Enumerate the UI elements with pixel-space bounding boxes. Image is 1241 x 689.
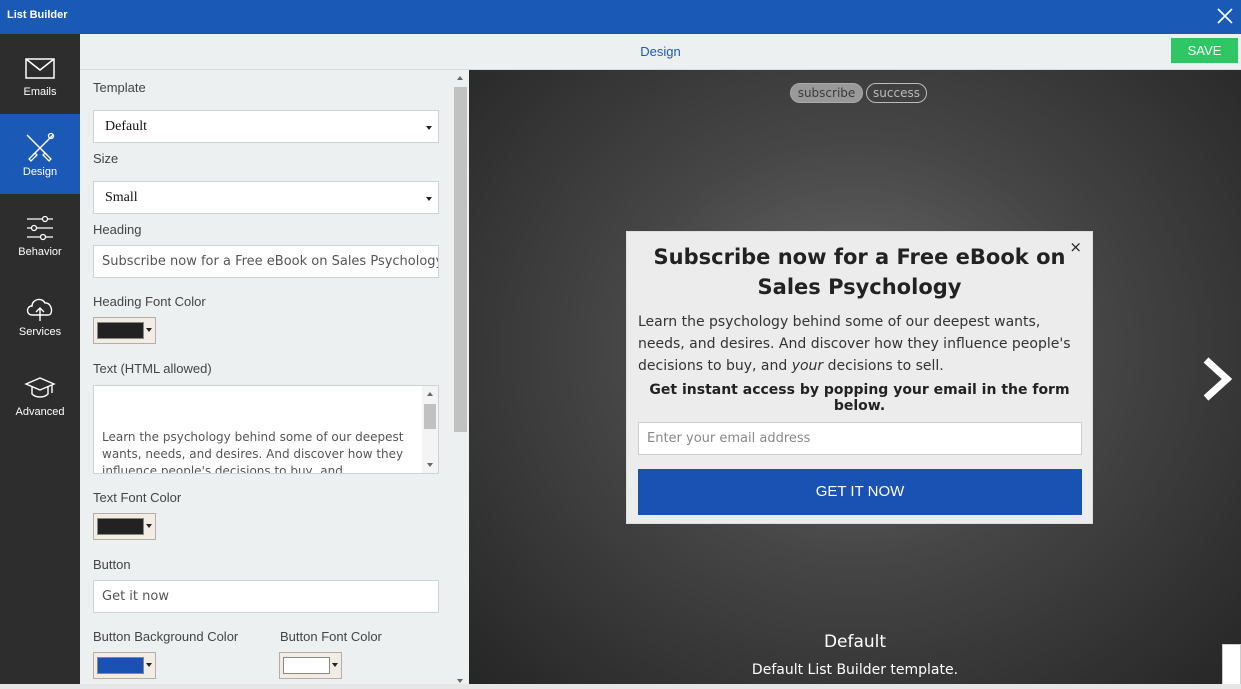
sidebar-item-label: Emails (23, 86, 57, 98)
cloud-upload-icon (26, 298, 53, 321)
sidebar: Emails Design Behavior Services Advanced (0, 34, 80, 689)
envelope-icon (25, 58, 55, 79)
chevron-right-icon[interactable] (1199, 356, 1235, 402)
sidebar-item-design[interactable]: Design (0, 114, 80, 194)
size-label: Size (93, 151, 119, 166)
scroll-down-icon[interactable] (427, 463, 433, 467)
chevron-down-icon (332, 663, 338, 667)
popup-body: Learn the psychology behind some of our … (638, 311, 1083, 377)
template-select[interactable]: Default (93, 110, 439, 143)
sliders-icon (27, 215, 53, 241)
corner-widget[interactable] (1222, 644, 1241, 689)
color-swatch (97, 322, 144, 339)
template-select-value: Default (105, 119, 147, 134)
heading-label: Heading (93, 222, 142, 237)
size-select-value: Small (105, 190, 138, 205)
button-font-color-picker[interactable] (279, 652, 342, 679)
sidebar-item-label: Behavior (18, 246, 62, 258)
chevron-down-icon (426, 126, 432, 130)
button-bg-color-picker[interactable] (93, 652, 156, 679)
popup-body-text-end: decisions to sell. (823, 358, 944, 374)
preview-tab-subscribe[interactable]: subscribe (790, 83, 863, 103)
scroll-thumb[interactable] (424, 404, 436, 429)
template-label: Template (93, 80, 146, 95)
button-text-input[interactable]: Get it now (93, 580, 439, 613)
sidebar-item-emails[interactable]: Emails (0, 34, 80, 114)
design-settings-panel: Template Default Size Small Heading Subs… (80, 70, 469, 689)
panel-scrollbar[interactable] (452, 70, 469, 689)
heading-input[interactable]: Subscribe now for a Free eBook on Sales … (93, 245, 439, 278)
popup-body-emphasis: your (791, 358, 824, 374)
chevron-down-icon (426, 197, 432, 201)
window-title: List Builder (7, 9, 68, 21)
template-name: Default (823, 632, 887, 652)
close-icon[interactable] (1215, 6, 1235, 26)
sidebar-item-label: Advanced (15, 406, 65, 418)
text-color-picker[interactable] (93, 513, 156, 540)
color-swatch (97, 518, 144, 535)
template-description: Default List Builder template. (751, 662, 959, 678)
preview-area: subscribe success × Subscribe now for a … (469, 70, 1241, 689)
text-textarea[interactable]: Learn the psychology behind some of our … (93, 385, 439, 474)
button-label: Button (93, 557, 131, 572)
chevron-down-icon (146, 328, 152, 332)
get-it-now-button[interactable]: GET IT NOW (638, 469, 1082, 515)
popup-heading: Subscribe now for a Free eBook on Sales … (653, 245, 1066, 299)
sidebar-item-services[interactable]: Services (0, 274, 80, 354)
scroll-down-icon[interactable] (457, 679, 463, 683)
preview-tab-success[interactable]: success (866, 83, 927, 103)
tab-design[interactable]: Design (80, 44, 1241, 59)
color-swatch (97, 657, 144, 674)
sidebar-item-label: Design (22, 166, 58, 178)
sidebar-item-advanced[interactable]: Advanced (0, 354, 80, 434)
scroll-thumb[interactable] (454, 87, 467, 432)
size-select[interactable]: Small (93, 181, 439, 214)
textarea-scrollbar[interactable] (422, 386, 438, 473)
text-color-label: Text Font Color (93, 490, 182, 505)
title-bar: List Builder (0, 0, 1241, 34)
text-textarea-value: Learn the psychology behind some of our … (102, 430, 404, 474)
button-bg-label: Button Background Color (93, 629, 239, 644)
color-swatch (283, 657, 330, 674)
save-button[interactable]: SAVE (1171, 38, 1238, 63)
popup-cta: Get instant access by popping your email… (649, 382, 1070, 414)
button-font-label: Button Font Color (280, 629, 382, 644)
scroll-up-icon[interactable] (427, 392, 433, 396)
bottom-strip (0, 684, 1241, 689)
graduation-cap-icon (24, 377, 56, 398)
text-label: Text (HTML allowed) (93, 361, 212, 376)
tab-bar: Design SAVE (80, 34, 1241, 70)
sidebar-item-label: Services (18, 326, 62, 338)
chevron-down-icon (146, 663, 152, 667)
sidebar-item-behavior[interactable]: Behavior (0, 194, 80, 274)
heading-color-label: Heading Font Color (93, 294, 206, 309)
brush-icon (26, 132, 55, 162)
popup-preview: × Subscribe now for a Free eBook on Sale… (626, 231, 1093, 524)
scroll-up-icon[interactable] (457, 76, 463, 80)
chevron-down-icon (146, 524, 152, 528)
email-field[interactable]: Enter your email address (638, 422, 1082, 455)
heading-color-picker[interactable] (93, 317, 156, 344)
